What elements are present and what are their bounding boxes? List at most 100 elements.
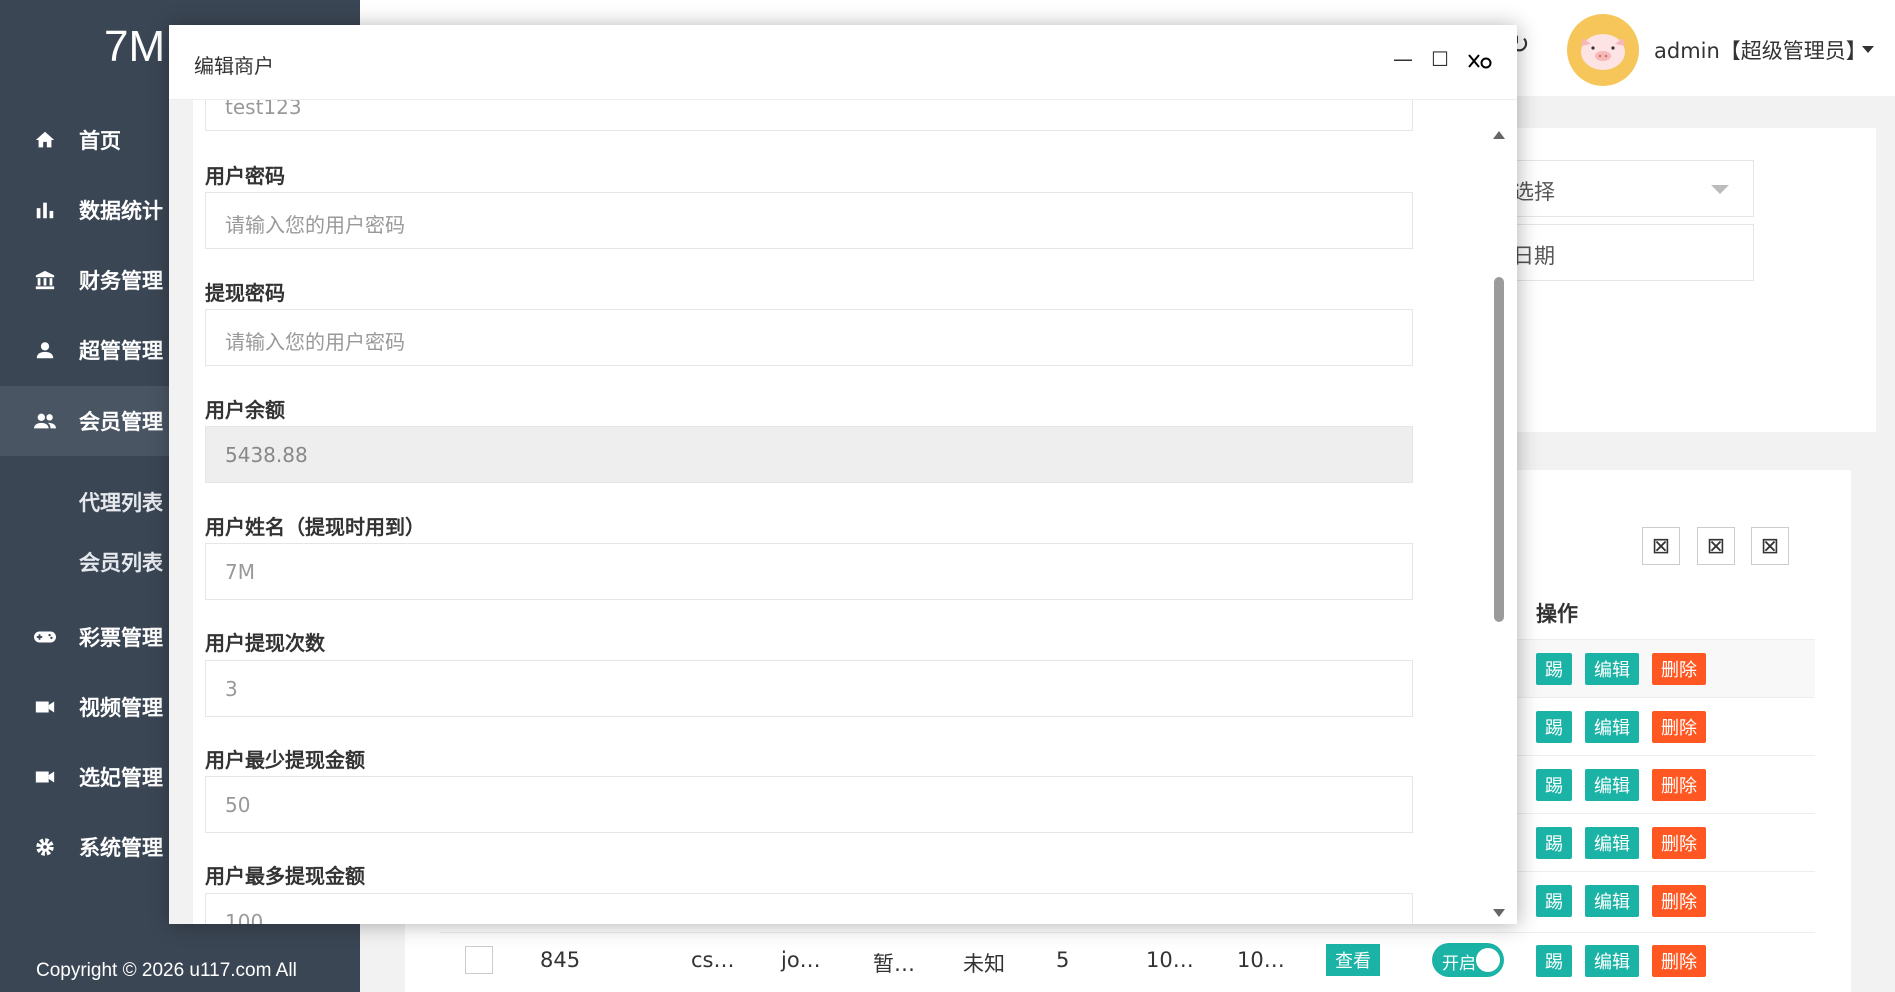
min-withdraw-field[interactable]: 50 bbox=[205, 776, 1413, 833]
withdraw-password-label: 提现密码 bbox=[205, 281, 285, 305]
kick-button[interactable]: 踢 bbox=[1536, 653, 1572, 685]
delete-button[interactable]: 删除 bbox=[1652, 711, 1706, 743]
edit-button[interactable]: 编辑 bbox=[1585, 945, 1639, 977]
cell: 暂… bbox=[873, 952, 915, 976]
close-icon[interactable] bbox=[1467, 51, 1493, 76]
withdraw-password-field[interactable]: 请输入您的用户密码 bbox=[205, 309, 1413, 366]
min-withdraw-label: 用户最少提现金额 bbox=[205, 748, 365, 772]
password-label: 用户密码 bbox=[205, 164, 285, 188]
row-checkbox[interactable] bbox=[465, 946, 493, 974]
scroll-up-icon[interactable] bbox=[1493, 131, 1505, 139]
edit-button[interactable]: 编辑 bbox=[1585, 827, 1639, 859]
password-field[interactable]: 请输入您的用户密码 bbox=[205, 192, 1413, 249]
withdraw-count-value: 3 bbox=[225, 677, 238, 701]
filter-date-text: 日期 bbox=[1513, 244, 1555, 268]
filter-date[interactable]: 日期 bbox=[1500, 224, 1754, 281]
chevron-down-icon[interactable] bbox=[1862, 46, 1874, 53]
modal-scrollbar[interactable] bbox=[1491, 105, 1507, 920]
bar-chart-icon bbox=[32, 197, 58, 223]
toolbar-columns-icon[interactable]: ⊠ bbox=[1642, 527, 1680, 565]
max-withdraw-label: 用户最多提现金额 bbox=[205, 864, 365, 888]
cell: cs… bbox=[691, 948, 735, 972]
delete-button[interactable]: 删除 bbox=[1652, 885, 1706, 917]
status-toggle[interactable]: 开启 bbox=[1432, 943, 1504, 977]
table-row: 踢 编辑 删除 bbox=[1510, 813, 1815, 871]
sidebar-item-label: 会员管理 bbox=[79, 410, 163, 434]
cell: 10… bbox=[1237, 948, 1285, 972]
users-icon bbox=[32, 408, 58, 434]
kick-button[interactable]: 踢 bbox=[1536, 769, 1572, 801]
toolbar-export-icon[interactable]: ⊠ bbox=[1697, 527, 1735, 565]
copyright: Copyright © 2026 u117.com All bbox=[36, 960, 297, 981]
modal-body-gutter bbox=[169, 100, 193, 924]
kick-button[interactable]: 踢 bbox=[1536, 711, 1572, 743]
cell: 10… bbox=[1146, 948, 1194, 972]
minimize-icon[interactable]: — bbox=[1393, 47, 1413, 71]
gamepad-icon bbox=[32, 624, 58, 650]
sidebar-item-label: 超管管理 bbox=[79, 339, 163, 363]
kick-button[interactable]: 踢 bbox=[1536, 885, 1572, 917]
status-toggle-label: 开启 bbox=[1442, 954, 1476, 974]
table-row: 踢 编辑 删除 bbox=[1510, 871, 1815, 929]
table-row: 踢 编辑 删除 bbox=[1510, 697, 1815, 755]
max-withdraw-value: 100 bbox=[225, 910, 264, 924]
sidebar-item-label: 系统管理 bbox=[79, 836, 163, 860]
delete-button[interactable]: 删除 bbox=[1652, 945, 1706, 977]
edit-button[interactable]: 编辑 bbox=[1585, 653, 1639, 685]
sidebar-item-label: 财务管理 bbox=[79, 269, 163, 293]
admin-username[interactable]: admin【超级管理员】 bbox=[1654, 35, 1867, 65]
filter-select-text: 选择 bbox=[1513, 180, 1555, 204]
toolbar-print-icon[interactable]: ⊠ bbox=[1751, 527, 1789, 565]
delete-button[interactable]: 删除 bbox=[1652, 827, 1706, 859]
edit-button[interactable]: 编辑 bbox=[1585, 885, 1639, 917]
avatar[interactable] bbox=[1567, 14, 1639, 86]
kick-button[interactable]: 踢 bbox=[1536, 945, 1572, 977]
realname-field[interactable]: 7M bbox=[205, 543, 1413, 600]
table-row: 踢 编辑 删除 bbox=[1510, 639, 1815, 697]
sidebar-item-label: 彩票管理 bbox=[79, 626, 163, 650]
modal-title: 编辑商户 bbox=[194, 54, 274, 78]
withdraw-password-placeholder: 请输入您的用户密码 bbox=[225, 330, 405, 354]
edit-button[interactable]: 编辑 bbox=[1585, 711, 1639, 743]
toggle-knob bbox=[1476, 948, 1500, 972]
filter-select[interactable]: 选择 bbox=[1500, 160, 1754, 217]
sidebar-item-label: 数据统计 bbox=[79, 199, 163, 223]
min-withdraw-value: 50 bbox=[225, 793, 251, 817]
balance-label: 用户余额 bbox=[205, 398, 285, 422]
table-row: 845 cs… jo… 暂… 未知 5 10… 10… 踢 编辑 删除 bbox=[440, 932, 1815, 990]
max-withdraw-field[interactable]: 100 bbox=[205, 893, 1413, 924]
scroll-thumb[interactable] bbox=[1494, 277, 1504, 622]
video-icon bbox=[32, 764, 58, 790]
max-withdraw-clip: 100 bbox=[205, 893, 1413, 924]
balance-value: 5438.88 bbox=[225, 443, 308, 467]
cell: 未知 bbox=[963, 952, 1005, 976]
gear-icon bbox=[32, 834, 58, 860]
withdraw-count-field[interactable]: 3 bbox=[205, 660, 1413, 717]
modal-titlebar-cover: 编辑商户 — ☐ bbox=[169, 25, 1517, 100]
sidebar-item-label: 首页 bbox=[79, 129, 121, 153]
row-actions: 踢 编辑 删除 bbox=[1510, 932, 1815, 990]
sidebar-item-label: 视频管理 bbox=[79, 696, 163, 720]
cell: jo… bbox=[781, 948, 821, 972]
sidebar-subitem-agents[interactable]: 代理列表 bbox=[79, 487, 163, 517]
withdraw-count-label: 用户提现次数 bbox=[205, 631, 325, 655]
scroll-down-icon[interactable] bbox=[1493, 909, 1505, 917]
sidebar-item-label: 选妃管理 bbox=[79, 766, 163, 790]
maximize-icon[interactable]: ☐ bbox=[1431, 47, 1449, 71]
cell: 5 bbox=[1056, 948, 1070, 972]
view-button[interactable]: 查看 bbox=[1326, 944, 1380, 976]
realname-label: 用户姓名（提现时用到） bbox=[205, 515, 425, 539]
delete-button[interactable]: 删除 bbox=[1652, 653, 1706, 685]
home-icon bbox=[32, 127, 58, 153]
delete-button[interactable]: 删除 bbox=[1652, 769, 1706, 801]
cell-id: 845 bbox=[540, 948, 581, 972]
kick-button[interactable]: 踢 bbox=[1536, 827, 1572, 859]
app-logo: 7M bbox=[104, 22, 166, 71]
sidebar-subitem-members[interactable]: 会员列表 bbox=[79, 547, 163, 577]
column-header-actions: 操作 bbox=[1536, 602, 1578, 626]
user-icon bbox=[32, 337, 58, 363]
chevron-down-icon bbox=[1711, 185, 1729, 194]
video-icon bbox=[32, 694, 58, 720]
table-row: 踢 编辑 删除 bbox=[1510, 755, 1815, 813]
edit-button[interactable]: 编辑 bbox=[1585, 769, 1639, 801]
